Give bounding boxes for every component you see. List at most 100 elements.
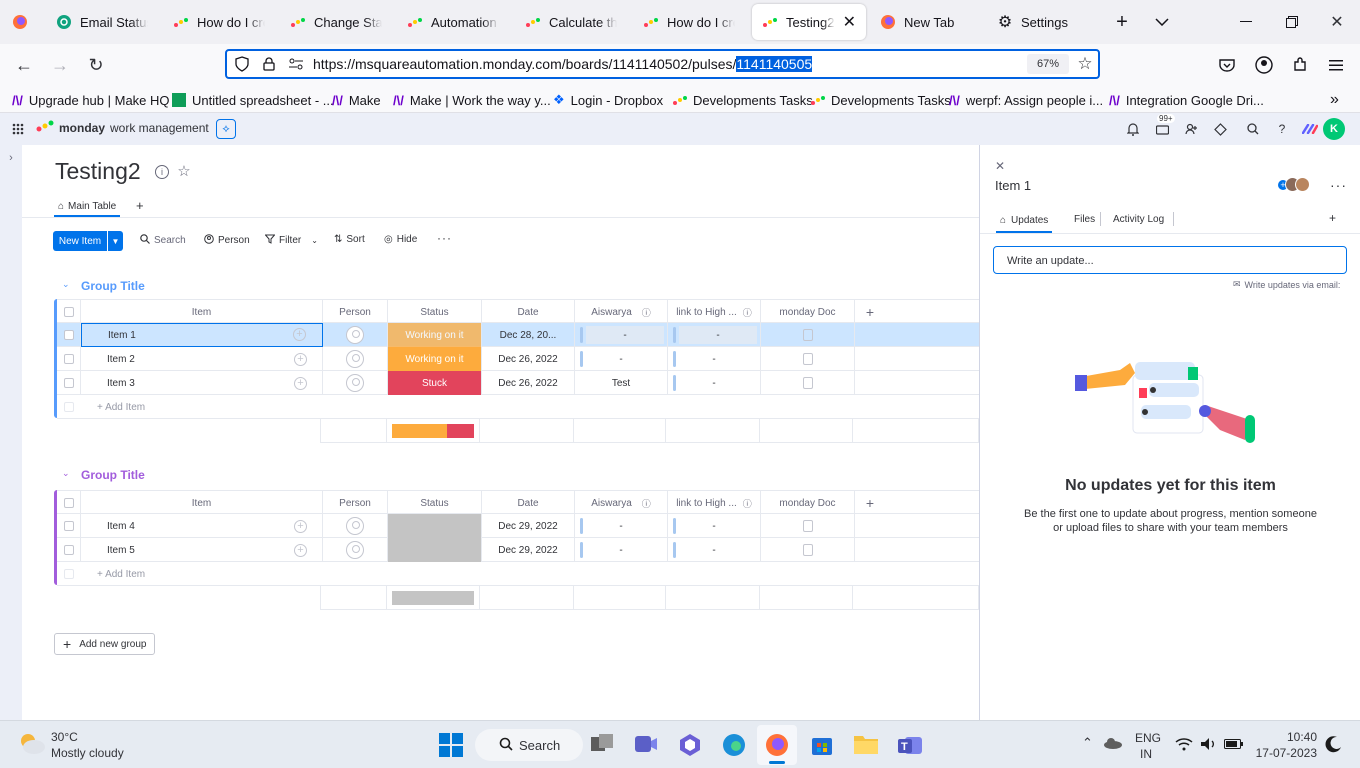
language-in[interactable]: IN (1140, 747, 1152, 761)
tab-activity-log[interactable]: Activity Log (1113, 214, 1164, 225)
status-cell[interactable]: Stuck (388, 371, 482, 395)
person-cell[interactable] (323, 514, 388, 538)
info-icon[interactable]: i (155, 165, 169, 179)
do-not-disturb-icon[interactable] (1325, 735, 1343, 753)
weather-desc[interactable]: Mostly cloudy (51, 746, 124, 760)
item-name[interactable]: Item 3 (81, 371, 279, 395)
column-header-status[interactable]: Status (388, 491, 482, 515)
search-icon[interactable] (1245, 120, 1261, 138)
checkbox[interactable] (63, 521, 74, 531)
tab-firefox[interactable] (2, 4, 38, 40)
file-explorer-icon[interactable] (853, 733, 879, 757)
collapse-group-chevron-icon[interactable]: ⌄ (62, 468, 70, 479)
link-cell[interactable]: - (668, 538, 761, 562)
windows-start-icon[interactable] (439, 733, 463, 757)
add-view-button[interactable]: + (136, 198, 144, 213)
battery-icon[interactable] (1224, 738, 1244, 750)
sparkle-icon[interactable]: ⟡ (216, 119, 236, 139)
info-icon[interactable]: ⓘ (743, 497, 752, 510)
tab-calculate[interactable]: Calculate the (515, 4, 627, 40)
close-tab-icon[interactable]: ✕ (843, 12, 856, 32)
date-cell[interactable]: Dec 29, 2022 (482, 514, 575, 538)
tab-updates[interactable]: ⌂ Updates (996, 209, 1053, 233)
status-summary[interactable] (386, 419, 480, 443)
column-header-link[interactable]: link to High ... ⓘ (668, 491, 761, 515)
status-cell[interactable]: Working on it (388, 347, 482, 371)
favorite-star-icon[interactable]: ☆ (176, 163, 192, 180)
link-cell[interactable]: - (668, 323, 761, 347)
monday-logo[interactable]: monday work management (36, 120, 209, 135)
new-item-button[interactable]: New Item ▼ (53, 231, 123, 251)
checkbox[interactable] (63, 354, 74, 364)
onedrive-cloud-icon[interactable] (1103, 737, 1123, 751)
expand-sidebar-chevron-icon[interactable]: › (4, 151, 18, 165)
tab-change-status[interactable]: Change Status (280, 4, 392, 40)
clock-time[interactable]: 10:40 (1257, 730, 1317, 744)
monday-doc-cell[interactable] (761, 371, 855, 395)
person-filter-button[interactable]: Person (204, 234, 250, 247)
language-eng[interactable]: ENG (1135, 731, 1161, 745)
monday-doc-cell[interactable] (761, 347, 855, 371)
link-cell[interactable]: - (668, 371, 761, 395)
shield-icon[interactable] (233, 55, 251, 73)
checkbox[interactable] (63, 378, 74, 388)
row-checkbox-cell[interactable] (57, 395, 81, 419)
tab-how-do-i-1[interactable]: How do I crea (163, 4, 275, 40)
select-all-checkbox[interactable] (57, 491, 81, 515)
chevron-down-icon[interactable]: ⌄ (311, 236, 318, 245)
task-view-icon[interactable] (590, 733, 614, 757)
bookmark-item[interactable]: Developments Tasks (811, 90, 951, 110)
close-panel-icon[interactable]: ✕ (993, 159, 1007, 173)
column-header-aiswarya[interactable]: Aiswarya ⓘ (575, 491, 668, 515)
close-window-icon[interactable]: ✕ (1325, 10, 1349, 34)
row-checkbox-cell[interactable] (57, 514, 81, 538)
bookmark-item[interactable]: Developments Tasks (673, 90, 813, 110)
column-header-person[interactable]: Person (323, 300, 388, 324)
table-row[interactable]: Item 3 + Stuck Dec 26, 2022 Test - (57, 371, 979, 395)
notifications-bell-icon[interactable] (1125, 120, 1141, 138)
collapse-group-chevron-icon[interactable]: ⌄ (62, 279, 70, 290)
tray-overflow-chevron-icon[interactable]: ⌃ (1082, 735, 1093, 751)
restore-icon[interactable] (1280, 10, 1304, 34)
bookmark-item[interactable]: /\/Make (332, 90, 381, 110)
row-checkbox-cell[interactable] (57, 347, 81, 371)
person-cell[interactable] (323, 323, 388, 347)
menu-icon[interactable] (1324, 53, 1348, 77)
row-checkbox-cell[interactable] (57, 538, 81, 562)
edge-icon[interactable] (722, 733, 746, 757)
info-icon[interactable]: ⓘ (642, 306, 651, 319)
taskbar-firefox-active[interactable] (757, 725, 797, 765)
aiswarya-cell[interactable]: - (575, 323, 668, 347)
volume-icon[interactable] (1200, 737, 1218, 753)
chevron-down-icon[interactable]: ▼ (107, 231, 123, 251)
aiswarya-cell[interactable]: Test (575, 371, 668, 395)
microsoft-store-icon[interactable] (810, 733, 834, 757)
teams-meet-icon[interactable] (634, 733, 658, 757)
bookmarks-overflow-icon[interactable]: » (1330, 90, 1339, 110)
aiswarya-cell[interactable]: - (575, 538, 668, 562)
column-header-link[interactable]: link to High ... ⓘ (668, 300, 761, 324)
zoom-level[interactable]: 67% (1027, 54, 1069, 74)
checkbox[interactable] (64, 402, 74, 412)
subscribers-avatars[interactable]: + (1278, 177, 1314, 193)
date-cell[interactable]: Dec 26, 2022 (482, 371, 575, 395)
tab-email-status[interactable]: Email Status A (46, 4, 158, 40)
info-icon[interactable]: ⓘ (743, 306, 752, 319)
url-text[interactable]: https://msquareautomation.monday.com/boa… (313, 56, 813, 72)
forward-icon[interactable]: → (48, 53, 72, 77)
status-cell[interactable] (388, 538, 482, 562)
lock-icon[interactable] (260, 55, 278, 73)
add-column-icon[interactable]: + (855, 300, 885, 324)
date-cell[interactable]: Dec 28, 20... (482, 323, 575, 347)
tab-settings[interactable]: ⚙ Settings (987, 4, 1099, 40)
add-column-icon[interactable]: + (855, 491, 885, 515)
invite-person-icon[interactable] (1183, 120, 1199, 138)
column-header-status[interactable]: Status (388, 300, 482, 324)
status-cell[interactable]: Working on it (388, 323, 482, 347)
add-item-row[interactable]: + Add Item (57, 395, 979, 419)
monday-doc-cell[interactable] (761, 323, 855, 347)
link-cell[interactable]: - (668, 347, 761, 371)
url-bar[interactable]: https://msquareautomation.monday.com/boa… (225, 49, 1100, 79)
date-cell[interactable]: Dec 29, 2022 (482, 538, 575, 562)
minimize-icon[interactable] (1234, 10, 1258, 34)
